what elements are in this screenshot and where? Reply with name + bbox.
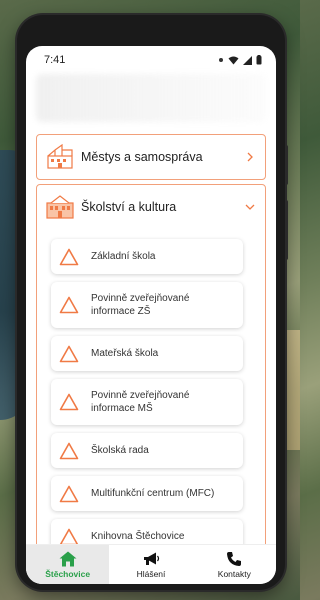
volume-button <box>285 200 288 260</box>
subcategory-materska-skola[interactable]: Mateřská škola <box>51 336 243 371</box>
warning-triangle-icon <box>59 442 79 459</box>
chevron-right-icon <box>247 152 253 162</box>
town-hall-icon <box>47 144 73 169</box>
nav-item-stechovice[interactable]: Štěchovice <box>26 545 110 584</box>
megaphone-icon <box>143 552 160 565</box>
subcategory-informace-zs[interactable]: Povinně zveřejňované informace ZŠ <box>51 282 243 328</box>
warning-triangle-icon <box>59 296 79 314</box>
subcategory-label: Mateřská škola <box>91 347 159 359</box>
subcategory-label: Multifunkční centrum (MFC) <box>91 487 215 499</box>
subcategory-skolska-rada[interactable]: Školská rada <box>51 433 243 468</box>
bottom-navigation: Štěchovice Hlášení Kontakty <box>26 544 276 584</box>
warning-triangle-icon <box>59 393 79 411</box>
category-card-skolstvi[interactable]: Školství a kultura Základní škola Povinn… <box>36 184 266 575</box>
nav-label: Štěchovice <box>45 568 91 579</box>
phone-icon <box>227 551 242 566</box>
nav-item-kontakty[interactable]: Kontakty <box>193 545 276 584</box>
status-time: 7:41 <box>44 54 66 66</box>
warning-triangle-icon <box>59 248 79 265</box>
app-header-blurred <box>36 74 266 122</box>
category-list: Městys a samospráva Školství a kultura Z… <box>26 122 276 575</box>
category-label: Městys a samospráva <box>81 150 203 164</box>
nav-item-hlaseni[interactable]: Hlášení <box>109 545 192 584</box>
subcategory-mfc[interactable]: Multifunkční centrum (MFC) <box>51 476 243 511</box>
wifi-icon <box>228 56 239 64</box>
chevron-down-icon <box>245 204 255 210</box>
school-icon <box>46 195 74 219</box>
power-button <box>285 145 288 185</box>
subcategory-label: Povinně zveřejňované informace ZŠ <box>91 292 190 318</box>
warning-triangle-icon <box>59 345 79 362</box>
status-bar: 7:41 <box>26 46 276 74</box>
signal-dots-icon <box>219 58 223 62</box>
subcategory-label: Knihovna Štěchovice <box>91 530 185 542</box>
home-icon <box>59 551 77 566</box>
subcategory-label: Školská rada <box>91 444 149 456</box>
nav-label: Hlášení <box>136 568 166 579</box>
status-icons <box>218 55 262 65</box>
nav-label: Kontakty <box>217 568 251 579</box>
subcategory-informace-ms[interactable]: Povinně zveřejňované informace MŠ <box>51 379 243 425</box>
category-card-mestys[interactable]: Městys a samospráva <box>36 134 266 180</box>
subcategory-label: Základní škola <box>91 250 156 262</box>
category-header-mestys[interactable]: Městys a samospráva <box>37 135 265 179</box>
warning-triangle-icon <box>59 528 79 545</box>
category-header-skolstvi[interactable]: Školství a kultura <box>37 185 265 229</box>
battery-icon <box>256 55 262 65</box>
subcategory-list: Základní škola Povinně zveřejňované info… <box>37 229 265 568</box>
cell-signal-icon <box>243 55 252 65</box>
subcategory-label: Povinně zveřejňované informace MŠ <box>91 389 190 415</box>
app-screen: 7:41 Městys a samospráva Školství a kult… <box>26 46 276 584</box>
subcategory-zakladni-skola[interactable]: Základní škola <box>51 239 243 274</box>
category-label: Školství a kultura <box>81 200 177 214</box>
warning-triangle-icon <box>59 485 79 502</box>
phone-frame: 7:41 Městys a samospráva Školství a kult… <box>17 15 288 590</box>
